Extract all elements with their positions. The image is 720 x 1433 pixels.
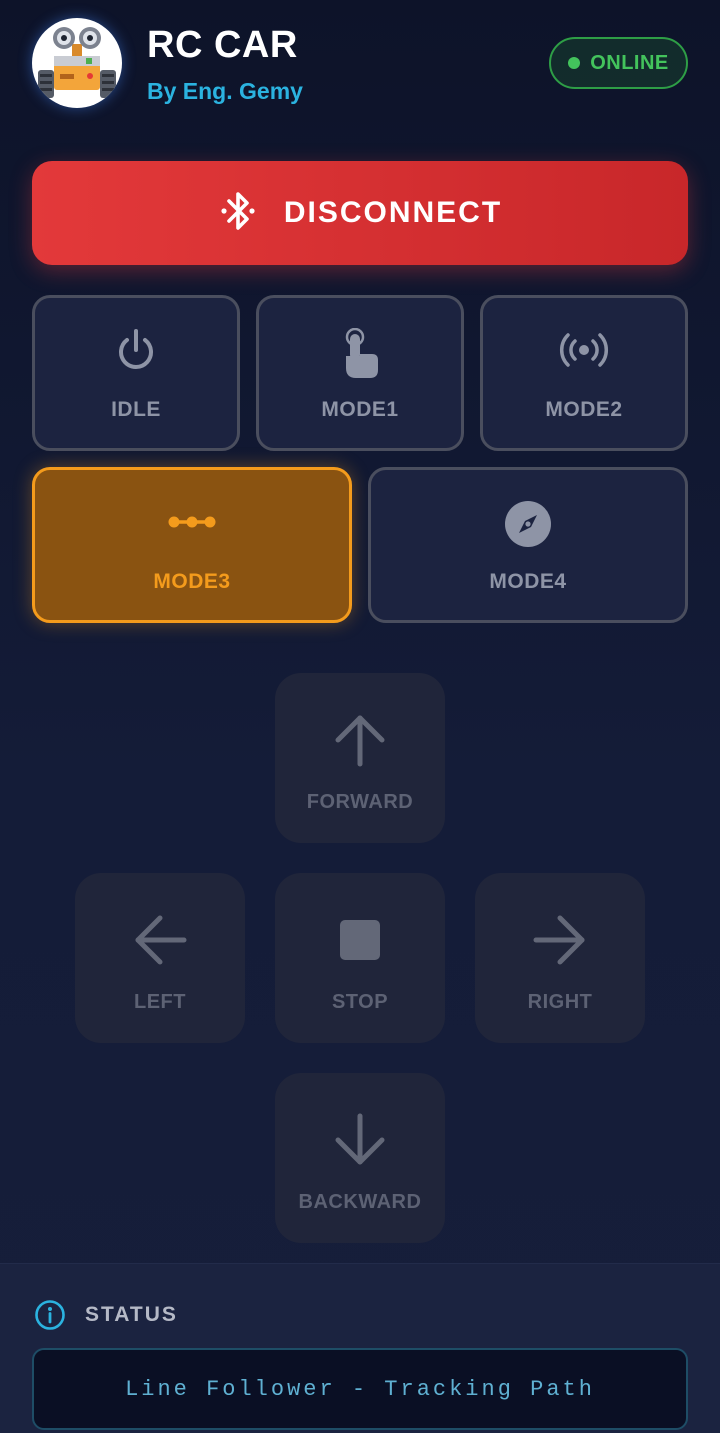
status-message: Line Follower - Tracking Path bbox=[125, 1376, 595, 1402]
mode-button-mode4[interactable]: MODE4 bbox=[368, 467, 688, 623]
mode-label-mode3: MODE3 bbox=[153, 570, 231, 593]
mode-button-mode3[interactable]: MODE3 bbox=[32, 467, 352, 623]
left-button[interactable]: LEFT bbox=[75, 873, 245, 1043]
stop-label: STOP bbox=[331, 991, 389, 1013]
disconnect-label: DISCONNECT bbox=[283, 196, 503, 229]
backward-button[interactable]: BACKWARD bbox=[275, 1073, 445, 1243]
left-label: LEFT bbox=[134, 991, 186, 1013]
stop-button[interactable]: STOP bbox=[275, 873, 445, 1043]
stop-icon bbox=[275, 909, 445, 971]
arrow-up-icon bbox=[275, 709, 445, 771]
touch-icon bbox=[338, 328, 382, 380]
power-icon bbox=[112, 326, 160, 374]
mode-button-idle[interactable]: IDLE bbox=[32, 295, 240, 451]
forward-label: FORWARD bbox=[306, 791, 414, 813]
info-icon bbox=[34, 1299, 66, 1336]
mode-label-idle: IDLE bbox=[111, 398, 161, 421]
mode-label-mode1: MODE1 bbox=[321, 398, 399, 421]
mode-label-mode2: MODE2 bbox=[545, 398, 623, 421]
right-label: RIGHT bbox=[527, 991, 593, 1013]
app-header: RC CAR By Eng. Gemy ONLINE bbox=[0, 0, 720, 130]
broadcast-icon bbox=[558, 330, 610, 370]
compass-icon bbox=[504, 500, 552, 548]
forward-button[interactable]: FORWARD bbox=[275, 673, 445, 843]
mode-label-mode4: MODE4 bbox=[489, 570, 567, 593]
right-button[interactable]: RIGHT bbox=[475, 873, 645, 1043]
online-status-badge: ONLINE bbox=[549, 37, 688, 89]
robot-avatar bbox=[32, 18, 122, 108]
status-panel: STATUS Line Follower - Tracking Path bbox=[0, 1263, 720, 1433]
arrow-left-icon bbox=[75, 909, 245, 971]
mode-button-mode2[interactable]: MODE2 bbox=[480, 295, 688, 451]
arrow-right-icon bbox=[475, 909, 645, 971]
disconnect-button[interactable]: DISCONNECT bbox=[32, 161, 688, 265]
online-status-label: ONLINE bbox=[590, 51, 669, 74]
bluetooth-icon bbox=[218, 189, 258, 238]
backward-label: BACKWARD bbox=[298, 1191, 422, 1213]
app-title: RC CAR bbox=[147, 24, 298, 66]
line-dots-icon bbox=[167, 510, 217, 534]
status-message-box: Line Follower - Tracking Path bbox=[32, 1348, 688, 1430]
status-dot-icon bbox=[568, 57, 581, 69]
status-heading: STATUS bbox=[85, 1303, 178, 1326]
app-subtitle: By Eng. Gemy bbox=[147, 78, 303, 104]
mode-button-mode1[interactable]: MODE1 bbox=[256, 295, 464, 451]
arrow-down-icon bbox=[275, 1109, 445, 1171]
